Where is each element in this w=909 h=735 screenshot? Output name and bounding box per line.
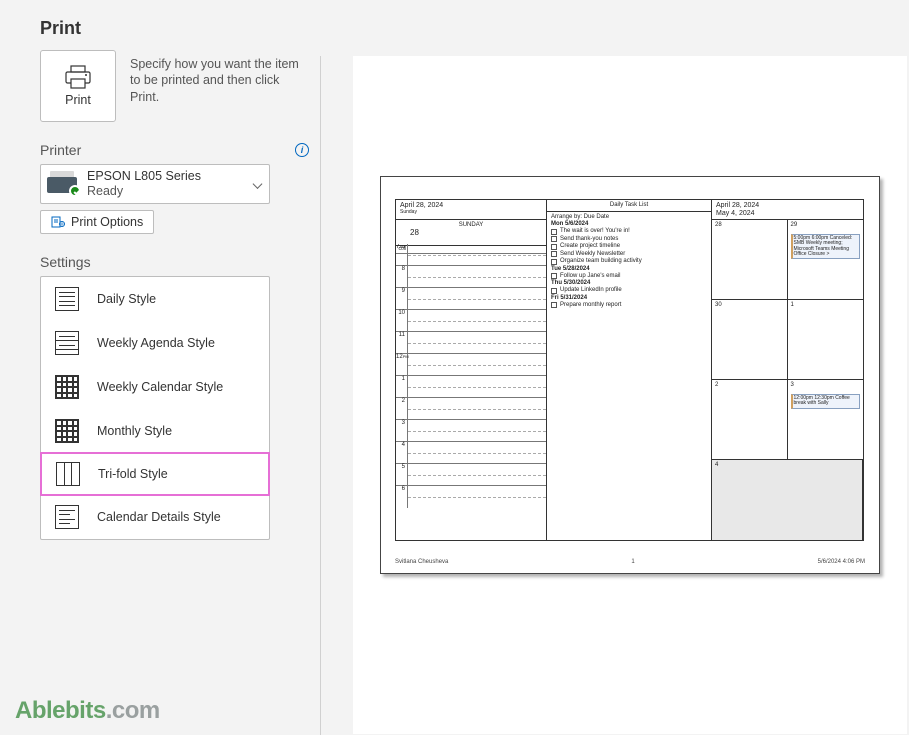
preview-arrange: Arrange by: Due Date [551, 214, 707, 220]
watermark-domain: .com [106, 697, 160, 724]
preview-page: April 28, 2024 Sunday SUNDAY 28 coll 7AM… [380, 176, 880, 574]
weekly-calendar-style-icon [55, 375, 79, 399]
settings-section-label: Settings [40, 254, 91, 270]
printer-section-header: Printer i [40, 142, 315, 158]
preview-daynum: 28 [410, 228, 546, 237]
style-daily[interactable]: Daily Style [41, 277, 269, 321]
preview-footer-right: 5/6/2024 4:06 PM [818, 559, 865, 565]
preview-range-a: April 28, 2024 [716, 202, 859, 210]
preview-day-sub: Sunday [400, 209, 542, 215]
preview-tasks-title: Daily Task List [547, 200, 711, 212]
status-ok-icon [69, 185, 81, 197]
style-label: Weekly Agenda Style [97, 336, 215, 350]
style-calendar-details[interactable]: Calendar Details Style [41, 495, 269, 539]
chevron-down-icon [253, 179, 263, 189]
info-icon[interactable]: i [295, 143, 309, 157]
style-label: Daily Style [97, 292, 156, 306]
watermark: Ablebits.com [15, 697, 160, 725]
preview-range-b: May 4, 2024 [716, 210, 859, 218]
print-options-button[interactable]: Print Options [40, 210, 154, 234]
print-description: Specify how you want the item to be prin… [130, 56, 305, 105]
printer-status: Ready [87, 184, 201, 199]
print-preview-area: April 28, 2024 Sunday SUNDAY 28 coll 7AM… [353, 56, 907, 734]
preview-col-day: April 28, 2024 Sunday SUNDAY 28 coll 7AM… [395, 199, 547, 541]
daily-style-icon [55, 287, 79, 311]
preview-tasks-body: Arrange by: Due Date Mon 5/6/2024The wai… [547, 212, 711, 311]
style-label: Monthly Style [97, 424, 172, 438]
print-styles-list: Daily Style Weekly Agenda Style Weekly C… [40, 276, 270, 540]
print-button-label: Print [65, 93, 91, 107]
printer-name: EPSON L805 Series [87, 169, 201, 184]
watermark-brand: Ablebits [15, 697, 106, 724]
style-monthly[interactable]: Monthly Style [41, 409, 269, 453]
print-options-icon [51, 215, 65, 229]
preview-hour-rows: 7AM89101112PM123456 [396, 244, 546, 540]
tri-fold-style-icon [56, 462, 80, 486]
preview-footer-left: Svitlana Cheusheva [395, 559, 448, 565]
monthly-style-icon [55, 419, 79, 443]
preview-col-week: April 28, 2024 May 4, 2024 28295:00pm 6:… [712, 199, 864, 541]
calendar-details-style-icon [55, 505, 79, 529]
style-weekly-agenda[interactable]: Weekly Agenda Style [41, 321, 269, 365]
page-title: Print [0, 0, 909, 51]
print-button[interactable]: Print [40, 50, 116, 122]
weekly-agenda-style-icon [55, 331, 79, 355]
left-panel: Print Specify how you want the item to b… [40, 50, 315, 540]
panel-divider [320, 56, 321, 735]
preview-col-tasks: Daily Task List Arrange by: Due Date Mon… [547, 199, 712, 541]
printer-icon [64, 65, 92, 89]
preview-day-date: April 28, 2024 [400, 202, 542, 209]
print-options-label: Print Options [71, 215, 143, 229]
printer-section-label: Printer [40, 142, 81, 158]
printer-select[interactable]: EPSON L805 Series Ready [40, 164, 270, 204]
preview-week-grid: 28295:00pm 6:00pm Canceled: SMB Weekly m… [712, 220, 863, 540]
settings-section-header: Settings [40, 254, 315, 270]
style-label: Weekly Calendar Style [97, 380, 223, 394]
style-label: Calendar Details Style [97, 510, 221, 524]
printer-device-icon [47, 171, 79, 197]
style-tri-fold[interactable]: Tri-fold Style [40, 452, 270, 496]
style-label: Tri-fold Style [98, 467, 168, 481]
style-weekly-calendar[interactable]: Weekly Calendar Style [41, 365, 269, 409]
preview-footer-center: 1 [631, 559, 634, 565]
